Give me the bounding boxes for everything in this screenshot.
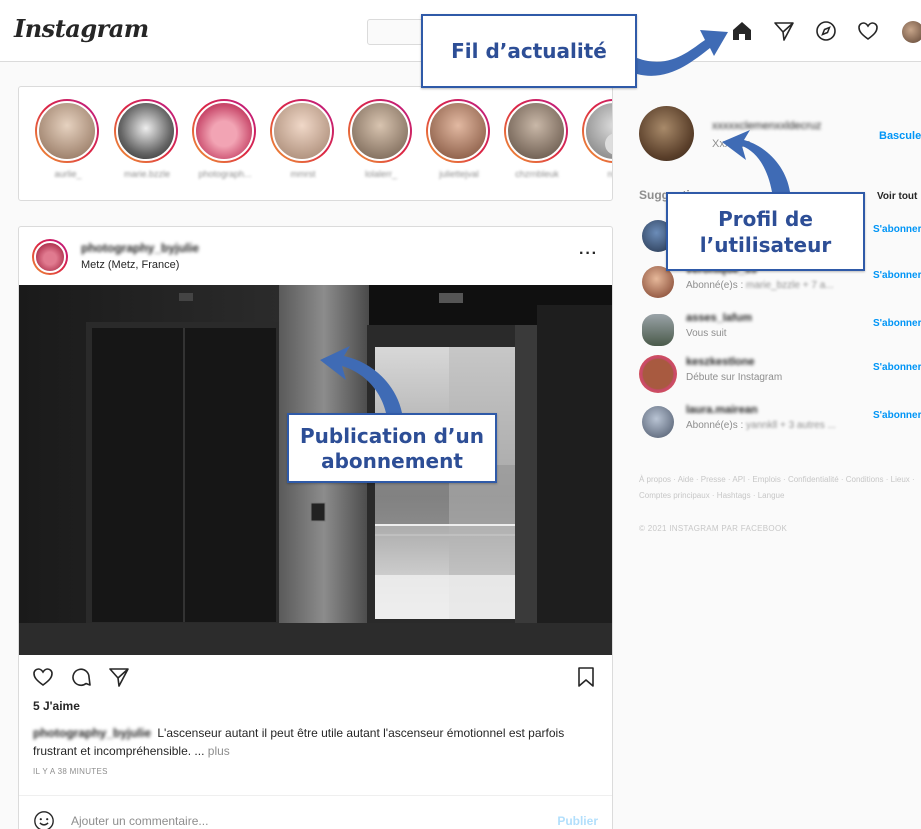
suggestion-item: keszkestlone Débute sur Instagram S'abon… [638,354,921,394]
story-item[interactable]: lolalerr_ [348,99,414,179]
suggestion-avatar[interactable] [639,355,677,393]
suggestion-description: Abonné(e)s : yannkll + 3 autres ... [686,420,836,431]
footer-links[interactable]: À propos · Aide · Presse · API · Emplois… [639,472,921,504]
post-header: photography_byjulie Metz (Metz, France) … [19,227,612,285]
comment-input[interactable] [71,810,511,829]
story-name: nna [607,169,613,179]
publish-button[interactable]: Publier [557,814,598,828]
story-name: aurlie_ [54,169,82,179]
post-actions [31,665,131,689]
suggestion-avatar[interactable] [642,314,674,346]
story-item[interactable]: aurlie_ [35,99,101,179]
direct-icon[interactable] [772,19,796,43]
suggestion-description: Abonné(e)s : marie_bzzle + 7 a... [686,280,834,291]
home-icon[interactable] [730,19,754,43]
copyright-text: © 2021 INSTAGRAM PAR FACEBOOK [639,524,788,533]
emoji-icon[interactable] [33,810,55,829]
follow-button[interactable]: S'abonner [873,362,921,373]
suggestion-description: Vous suit [686,328,727,339]
nav-icons [730,19,880,43]
explore-icon[interactable] [814,19,838,43]
follow-button[interactable]: S'abonner [873,410,921,421]
current-user-username[interactable]: xxxxxclemenxxldecruz [712,120,821,132]
story-item[interactable]: juliettejval [426,99,492,179]
suggestion-username[interactable]: keszkestlone [686,356,754,368]
story-name: photograph... [198,169,252,179]
switch-account-link[interactable]: Basculer [879,130,921,142]
suggestion-username[interactable]: laura.mairean [686,404,758,416]
follow-button[interactable]: S'abonner [873,318,921,329]
heart-icon[interactable] [856,19,880,43]
story-name: marie.bzzle [123,169,170,179]
stories-tray: aurlie_ marie.bzzle photograph... mmrst … [18,86,613,201]
story-item[interactable]: mmrst [270,99,336,179]
instagram-logo[interactable]: Instagram [14,14,149,43]
post-author-avatar[interactable] [32,239,68,275]
post-username[interactable]: photography_byjulie [81,241,199,255]
story-name: juliettejval [439,169,479,179]
story-item[interactable]: chzrnbleuk [504,99,570,179]
see-all-link[interactable]: Voir tout [877,191,917,202]
suggestion-avatar[interactable] [642,406,674,438]
more-options-icon[interactable]: ··· [579,245,598,263]
post-location[interactable]: Metz (Metz, France) [81,259,179,271]
bookmark-icon[interactable] [574,665,598,689]
post-caption: photography_byjulie L'ascenseur autant i… [33,724,598,760]
story-name: chzrnbleuk [515,169,559,179]
post-timestamp[interactable]: IL Y A 38 MINUTES [33,767,108,776]
suggestion-item: laura.mairean Abonné(e)s : yannkll + 3 a… [638,402,921,442]
current-user-name: Xxxxxra [712,138,752,150]
suggestion-username[interactable]: asses_lafum [686,312,752,324]
like-heart-icon[interactable] [31,665,55,689]
profile-avatar-icon[interactable] [902,21,921,43]
follow-button[interactable]: S'abonner [873,224,921,235]
feed-post: photography_byjulie Metz (Metz, France) … [18,226,613,829]
annotation-feed: Fil d’actualité [421,14,637,88]
story-name: mmrst [290,169,316,179]
caption-username[interactable]: photography_byjulie [33,726,151,740]
comment-icon[interactable] [69,665,93,689]
suggestion-description: Débute sur Instagram [686,372,783,383]
likes-count[interactable]: 5 J'aime [33,699,80,713]
follow-button[interactable]: S'abonner [873,270,921,281]
caption-more-link[interactable]: plus [208,744,230,758]
current-user-avatar[interactable] [639,106,694,161]
story-item[interactable]: marie.bzzle [114,99,180,179]
annotation-post: Publication d’un abonnement [287,413,497,483]
comment-bar: Publier [19,795,612,829]
suggestion-item: asses_lafum Vous suit S'abonner [638,310,921,350]
share-icon[interactable] [107,665,131,689]
story-item[interactable]: photograph... [192,99,258,179]
annotation-profile: Profil de l’utilisateur [666,192,865,271]
story-name: lolalerr_ [364,169,397,179]
